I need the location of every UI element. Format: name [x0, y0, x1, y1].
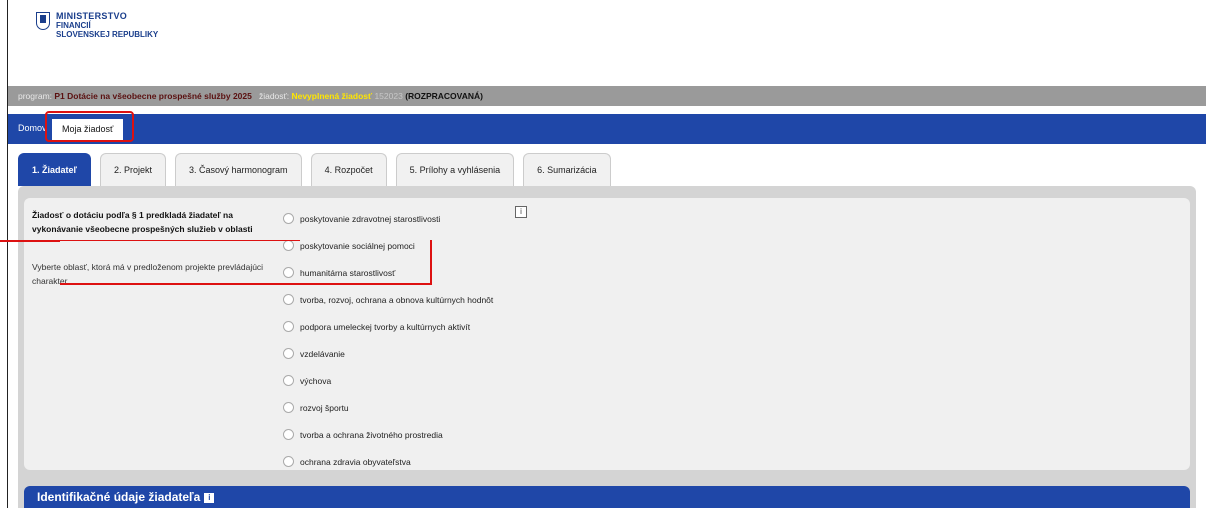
- radio-button[interactable]: [283, 294, 294, 305]
- radio-button[interactable]: [283, 240, 294, 251]
- tab-casovy-harmonogram[interactable]: 3. Časový harmonogram: [175, 153, 302, 186]
- annotation-line: [430, 240, 432, 285]
- radio-option[interactable]: vzdelávanie: [283, 340, 493, 367]
- radio-option[interactable]: ochrana zdravia obyvateľstva: [283, 448, 493, 475]
- section-header: Identifikačné údaje žiadateľa i: [24, 486, 1190, 508]
- nav-home[interactable]: Domov: [18, 123, 47, 133]
- info-icon[interactable]: i: [204, 493, 215, 503]
- coat-of-arms-icon: [36, 12, 50, 30]
- tab-ziadatel[interactable]: 1. Žiadateľ: [18, 153, 91, 186]
- ziadost-value: Nevyplnená žiadosť: [291, 91, 373, 101]
- radio-button[interactable]: [283, 375, 294, 386]
- tab-rozpocet[interactable]: 4. Rozpočet: [310, 153, 387, 186]
- brand-line-3: SLOVENSKEJ REPUBLIKY: [56, 30, 159, 39]
- program-value: P1 Dotácie na všeobecne prospešné služby…: [54, 91, 252, 101]
- question-card: [24, 198, 1190, 470]
- radio-button[interactable]: [283, 213, 294, 224]
- ziadost-number: 152023: [374, 91, 403, 101]
- radio-option[interactable]: humanitárna starostlivosť: [283, 259, 493, 286]
- nav-moja-ziadost[interactable]: Moja žiadosť: [52, 119, 124, 140]
- radio-option[interactable]: podpora umeleckej tvorby a kultúrnych ak…: [283, 313, 493, 340]
- brand-line-1: MINISTERSTVO: [56, 11, 128, 21]
- annotation-line: [60, 283, 432, 285]
- radio-button[interactable]: [283, 402, 294, 413]
- section-title: Identifikačné údaje žiadateľa i: [37, 490, 215, 504]
- tab-sumarizacia[interactable]: 6. Sumarizácia: [523, 153, 611, 186]
- ministry-logo[interactable]: MINISTERSTVO FINANCIÍ SLOVENSKEJ REPUBLI…: [36, 12, 158, 39]
- radio-button[interactable]: [283, 429, 294, 440]
- radio-option[interactable]: tvorba a ochrana životného prostredia: [283, 421, 493, 448]
- radio-button[interactable]: [283, 267, 294, 278]
- status-bar: program: P1 Dotácie na všeobecne prospeš…: [8, 86, 1206, 106]
- radio-option[interactable]: poskytovanie zdravotnej starostlivosti: [283, 205, 493, 232]
- question-title: Žiadosť o dotáciu podľa § 1 predkladá ži…: [32, 210, 253, 234]
- radio-option[interactable]: poskytovanie sociálnej pomoci: [283, 232, 493, 259]
- ziadost-state: (ROZPRACOVANÁ): [405, 91, 483, 101]
- brand-line-2: FINANCIÍ: [56, 21, 91, 30]
- info-icon[interactable]: i: [515, 206, 527, 218]
- radio-button[interactable]: [283, 348, 294, 359]
- tab-prilohy[interactable]: 5. Prílohy a vyhlásenia: [395, 153, 515, 186]
- radio-option[interactable]: tvorba, rozvoj, ochrana a obnova kultúrn…: [283, 286, 493, 313]
- annotation-line: [0, 240, 300, 241]
- radio-button[interactable]: [283, 456, 294, 467]
- radio-button[interactable]: [283, 321, 294, 332]
- area-radio-group: poskytovanie zdravotnej starostlivosti p…: [283, 205, 493, 475]
- radio-option[interactable]: rozvoj športu: [283, 394, 493, 421]
- main-nav: Domov Moja žiadosť: [8, 114, 1206, 144]
- tab-projekt[interactable]: 2. Projekt: [99, 153, 167, 186]
- program-label: program:: [18, 91, 53, 101]
- ziadost-label: žiadosť:: [258, 91, 290, 101]
- wizard-tabs: 1. Žiadateľ 2. Projekt 3. Časový harmono…: [18, 153, 611, 186]
- radio-option[interactable]: výchova: [283, 367, 493, 394]
